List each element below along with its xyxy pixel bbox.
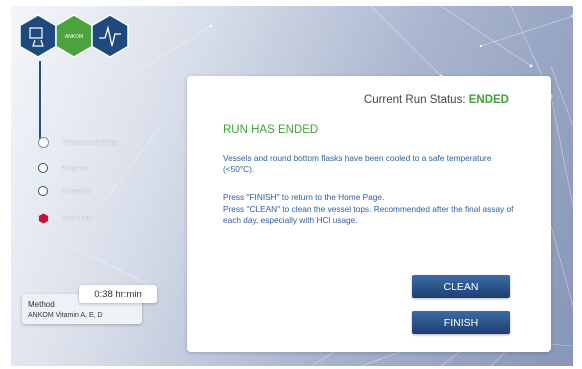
method-name: ANKOM Vitamin A, E, D <box>28 312 103 319</box>
message-clean-hint: Press "CLEAN" to clean the vessel tops. … <box>223 204 514 225</box>
clean-button[interactable]: CLEAN <box>412 275 510 298</box>
radio-icon <box>38 186 48 196</box>
radio-icon <box>38 163 48 173</box>
app-window: ANKOM Temperature Graph Progress Schemat… <box>11 6 573 366</box>
message-finish-hint: Press "FINISH" to return to the Home Pag… <box>223 192 385 202</box>
svg-text:ANKOM: ANKOM <box>65 34 83 40</box>
run-status-line: Current Run Status: ENDED <box>364 94 509 106</box>
sidebar-item-abort-run[interactable]: Abort Run <box>38 213 91 224</box>
method-label: Method <box>28 300 55 309</box>
message-cooled: Vessels and round bottom flasks have bee… <box>223 153 492 174</box>
finish-button[interactable]: FINISH <box>412 311 510 334</box>
panel-heading: RUN HAS ENDED <box>223 124 319 136</box>
sidebar-item-temperature-graph[interactable]: Temperature Graph <box>38 137 118 148</box>
sidebar-item-schematic[interactable]: Schematic <box>38 186 91 196</box>
abort-hex-icon <box>38 213 49 224</box>
sidebar-connector-line <box>39 61 41 141</box>
sidebar-item-label: Temperature Graph <box>62 139 119 146</box>
sidebar-item-label: Abort Run <box>62 215 92 222</box>
waveform-icon[interactable] <box>91 14 129 58</box>
radio-icon <box>38 137 49 148</box>
ankom-logo: ANKOM <box>55 14 93 58</box>
flask-icon[interactable] <box>19 14 57 58</box>
sidebar-item-label: Schematic <box>61 187 92 195</box>
run-status-panel: Current Run Status: ENDED RUN HAS ENDED … <box>187 76 551 352</box>
elapsed-time-display: 0:38 hr:min <box>79 285 157 303</box>
status-label: Current Run Status: <box>363 94 466 106</box>
status-value: ENDED <box>468 94 509 106</box>
sidebar-item-progress[interactable]: Progress <box>38 163 87 173</box>
sidebar-item-label: Progress <box>61 164 88 172</box>
